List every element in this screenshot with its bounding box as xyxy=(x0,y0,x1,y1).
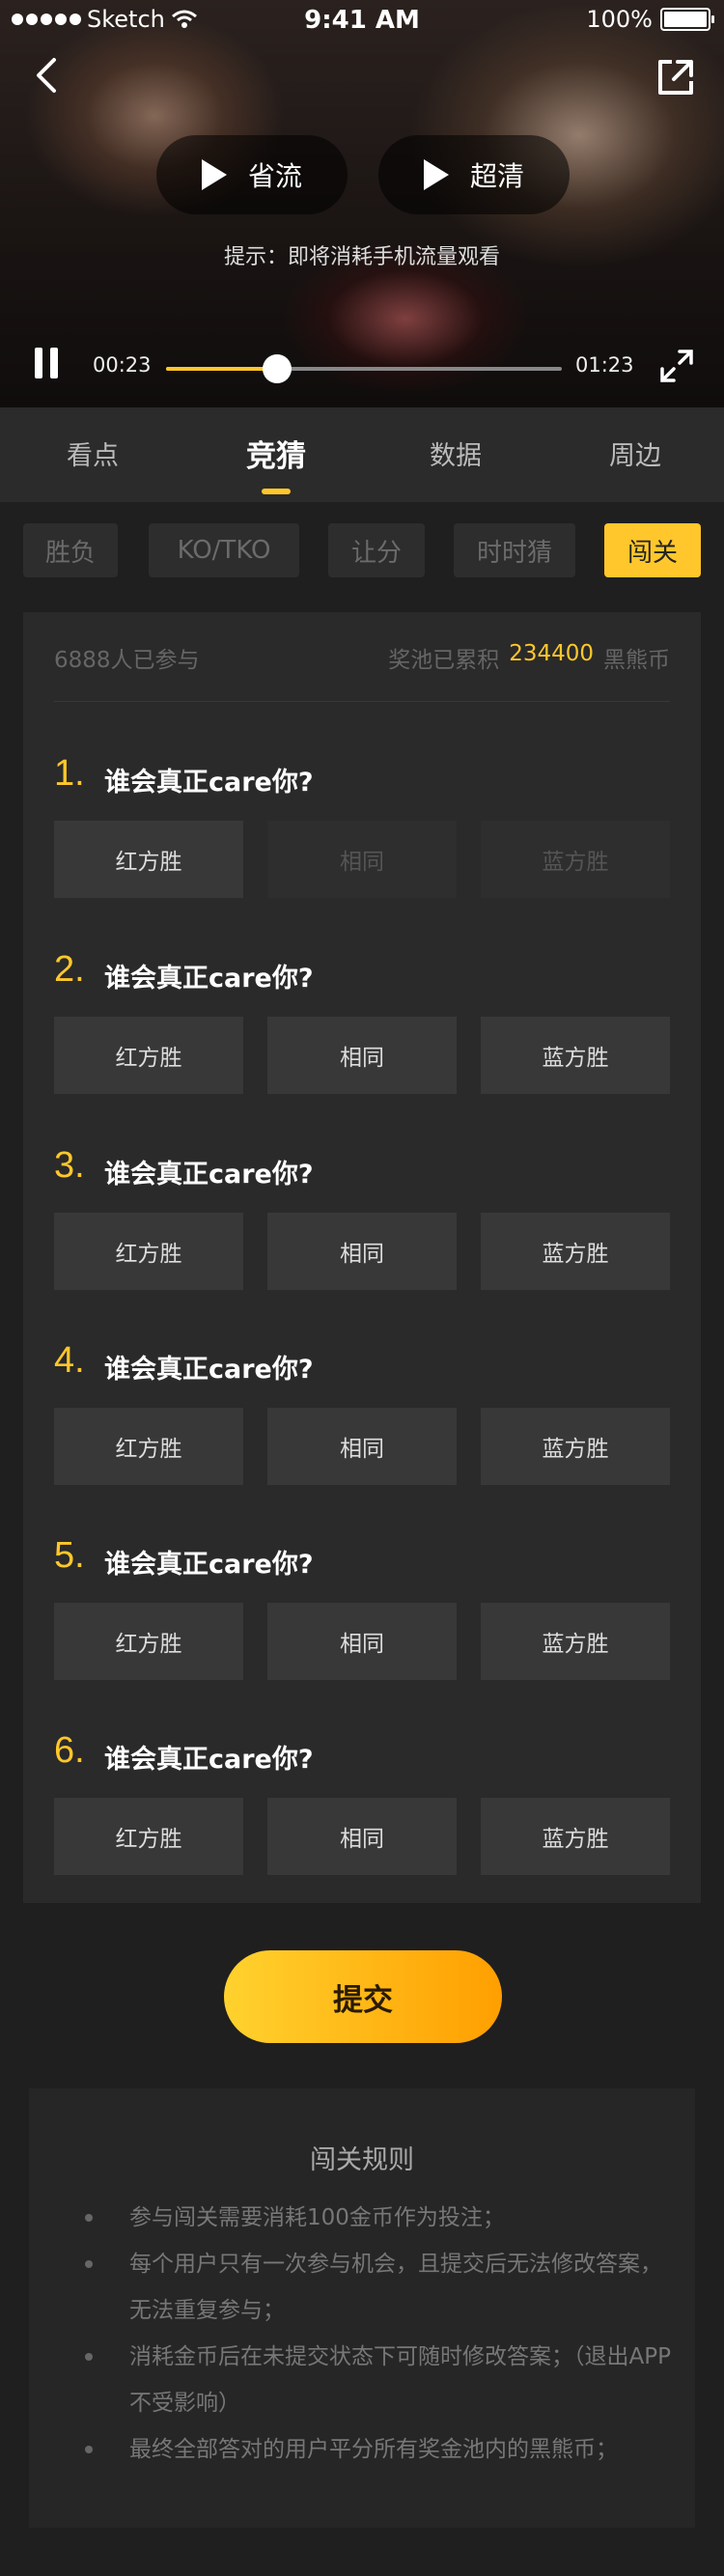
rule-text: 最终全部答对的用户平分所有奖金池内的黑熊币； xyxy=(129,2437,618,2462)
bullet-icon xyxy=(85,2214,93,2222)
option-blue-win[interactable]: 蓝方胜 xyxy=(481,1798,670,1875)
prize-pool-label: 奖池已累积 xyxy=(388,648,500,673)
option-draw[interactable]: 相同 xyxy=(267,821,457,898)
prize-pool-amount: 234400 xyxy=(509,641,594,666)
tab-highlights[interactable]: 看点 xyxy=(67,434,119,472)
battery-icon xyxy=(660,8,714,31)
question-text: 谁会真正care你? xyxy=(104,1550,314,1580)
question-text: 谁会真正care你? xyxy=(104,1160,314,1190)
question-number: 3. xyxy=(54,1145,85,1186)
option-red-win[interactable]: 红方胜 xyxy=(54,1017,243,1094)
rule-text: 参与闯关需要消耗100金币作为投注； xyxy=(129,2205,505,2230)
submit-button[interactable]: 提交 xyxy=(224,1950,502,2043)
subtab-challenge[interactable]: 闯关 xyxy=(604,523,701,577)
tab-merch[interactable]: 周边 xyxy=(609,434,661,472)
participants-count: 6888人已参与 xyxy=(54,648,200,673)
progress-knob[interactable] xyxy=(262,354,292,383)
quality-hd-label: 超清 xyxy=(469,160,524,192)
sub-tabs: 胜负 KO/TKO 让分 时时猜 闯关 xyxy=(0,502,724,599)
option-blue-win[interactable]: 蓝方胜 xyxy=(481,1213,670,1290)
bullet-icon xyxy=(85,2446,93,2453)
subtab-handicap[interactable]: 让分 xyxy=(328,523,425,577)
progress-slider[interactable] xyxy=(166,354,562,383)
option-red-win[interactable]: 红方胜 xyxy=(54,1603,243,1680)
play-icon xyxy=(201,159,227,190)
quiz-stats: 6888人已参与 奖池已累积 234400 黑熊币 xyxy=(54,641,670,702)
rule-item: 消耗金币后在未提交状态下可随时修改答案；（退出APP不受影响） xyxy=(85,2334,676,2426)
option-draw[interactable]: 相同 xyxy=(267,1603,457,1680)
battery-percent: 100% xyxy=(586,6,653,33)
option-blue-win[interactable]: 蓝方胜 xyxy=(481,1603,670,1680)
question-6: 6. 谁会真正care你? 红方胜 相同 蓝方胜 xyxy=(54,1730,670,1904)
total-time: 01:23 xyxy=(575,353,634,377)
option-red-win[interactable]: 红方胜 xyxy=(54,821,243,898)
rule-item: 参与闯关需要消耗100金币作为投注； xyxy=(85,2195,676,2241)
question-number: 1. xyxy=(54,753,85,794)
player-controls: 00:23 01:23 xyxy=(0,340,724,398)
bullet-icon xyxy=(85,2353,93,2361)
share-icon[interactable] xyxy=(654,56,697,98)
question-3: 3. 谁会真正care你? 红方胜 相同 蓝方胜 xyxy=(54,1145,670,1319)
question-4: 4. 谁会真正care你? 红方胜 相同 蓝方胜 xyxy=(54,1340,670,1514)
active-tab-indicator xyxy=(262,489,291,494)
option-blue-win[interactable]: 蓝方胜 xyxy=(481,1408,670,1485)
fullscreen-icon[interactable] xyxy=(658,348,695,384)
question-text: 谁会真正care你? xyxy=(104,768,314,798)
option-red-win[interactable]: 红方胜 xyxy=(54,1213,243,1290)
question-number: 6. xyxy=(54,1730,85,1771)
prize-pool-unit: 黑熊币 xyxy=(603,648,670,673)
status-bar: Sketch 9:41 AM 100% xyxy=(0,0,724,39)
rule-text: 消耗金币后在未提交状态下可随时修改答案；（退出APP不受影响） xyxy=(129,2344,671,2416)
play-icon xyxy=(423,159,449,190)
question-1: 1. 谁会真正care你? 红方胜 相同 蓝方胜 xyxy=(54,753,670,927)
question-5: 5. 谁会真正care你? 红方胜 相同 蓝方胜 xyxy=(54,1535,670,1709)
question-2: 2. 谁会真正care你? 红方胜 相同 蓝方胜 xyxy=(54,949,670,1123)
bullet-icon xyxy=(85,2260,93,2268)
quiz-card: 6888人已参与 奖池已累积 234400 黑熊币 1. 谁会真正care你? … xyxy=(23,612,701,1903)
main-tabs: 看点 竞猜 数据 周边 xyxy=(0,407,724,502)
progress-fill xyxy=(166,367,277,371)
question-number: 5. xyxy=(54,1535,85,1576)
rule-item: 最终全部答对的用户平分所有奖金池内的黑熊币； xyxy=(85,2426,676,2473)
quality-hd-button[interactable]: 超清 xyxy=(378,135,570,214)
option-draw[interactable]: 相同 xyxy=(267,1213,457,1290)
rules-panel: 闯关规则 参与闯关需要消耗100金币作为投注； 每个用户只有一次参与机会，且提交… xyxy=(29,2088,695,2528)
option-draw[interactable]: 相同 xyxy=(267,1408,457,1485)
rule-text: 每个用户只有一次参与机会，且提交后无法修改答案，无法重复参与； xyxy=(129,2252,662,2323)
subtab-win-lose[interactable]: 胜负 xyxy=(23,523,118,577)
pause-icon[interactable] xyxy=(35,348,58,378)
video-player[interactable]: Sketch 9:41 AM 100% 省流 超清 提示：即将消耗手机流量观看 xyxy=(0,0,724,407)
option-red-win[interactable]: 红方胜 xyxy=(54,1798,243,1875)
rule-item: 每个用户只有一次参与机会，且提交后无法修改答案，无法重复参与； xyxy=(85,2241,676,2334)
current-time: 00:23 xyxy=(93,353,152,377)
data-usage-tip: 提示：即将消耗手机流量观看 xyxy=(223,245,500,269)
tab-guess[interactable]: 竞猜 xyxy=(246,432,306,475)
question-number: 4. xyxy=(54,1340,85,1381)
tab-stats[interactable]: 数据 xyxy=(430,434,482,472)
question-text: 谁会真正care你? xyxy=(104,1745,314,1775)
subtab-live-guess[interactable]: 时时猜 xyxy=(454,523,575,577)
quality-saver-button[interactable]: 省流 xyxy=(156,135,348,214)
rules-title: 闯关规则 xyxy=(310,2145,414,2175)
subtab-ko-tko[interactable]: KO/TKO xyxy=(149,523,299,577)
option-draw[interactable]: 相同 xyxy=(267,1798,457,1875)
prize-pool: 奖池已累积 234400 黑熊币 xyxy=(388,641,670,674)
option-blue-win[interactable]: 蓝方胜 xyxy=(481,1017,670,1094)
option-draw[interactable]: 相同 xyxy=(267,1017,457,1094)
question-text: 谁会真正care你? xyxy=(104,1355,314,1385)
option-red-win[interactable]: 红方胜 xyxy=(54,1408,243,1485)
back-icon[interactable] xyxy=(29,56,68,95)
question-text: 谁会真正care你? xyxy=(104,964,314,994)
quality-saver-label: 省流 xyxy=(247,160,302,192)
option-blue-win[interactable]: 蓝方胜 xyxy=(481,821,670,898)
question-number: 2. xyxy=(54,949,85,990)
